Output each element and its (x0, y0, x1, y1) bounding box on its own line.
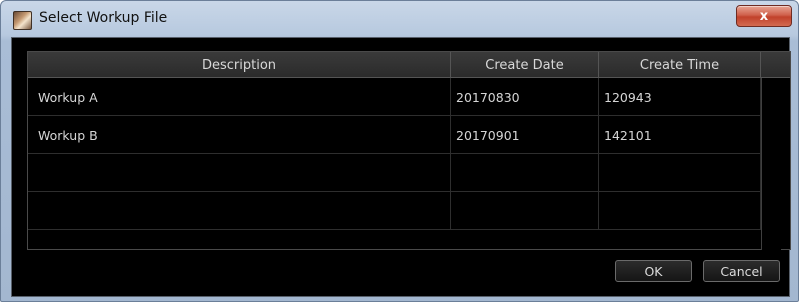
close-button[interactable]: x (736, 5, 792, 27)
close-icon: x (759, 8, 769, 24)
window-title: Select Workup File (39, 10, 168, 26)
app-photo-icon (13, 11, 32, 30)
cell-create-time: 120943 (599, 78, 761, 116)
cell-create-date (451, 154, 599, 192)
cell-create-time (599, 154, 761, 192)
table-header: Description Create Date Create Time (28, 52, 790, 78)
workup-table: Description Create Date Create Time Work… (27, 51, 791, 250)
cell-create-date (451, 192, 599, 230)
cell-description: Workup A (28, 78, 451, 116)
title-bar[interactable]: Select Workup File x (1, 1, 798, 37)
cell-description (28, 154, 451, 192)
column-header-create-time[interactable]: Create Time (599, 52, 761, 78)
table-row[interactable]: Workup B 20170901 142101 (28, 116, 761, 154)
table-row[interactable]: Workup A 20170830 120943 (28, 78, 761, 116)
cell-create-date: 20170901 (451, 116, 599, 154)
ok-button[interactable]: OK (615, 260, 692, 282)
table-row[interactable] (28, 154, 761, 192)
vertical-scrollbar[interactable] (761, 78, 781, 250)
cell-description (28, 192, 451, 230)
cancel-button[interactable]: Cancel (703, 260, 780, 282)
cell-create-time (599, 192, 761, 230)
column-header-description[interactable]: Description (28, 52, 451, 78)
column-header-create-date[interactable]: Create Date (451, 52, 599, 78)
dialog-window: Select Workup File x Description Create … (0, 0, 799, 302)
cell-description: Workup B (28, 116, 451, 154)
cell-create-time: 142101 (599, 116, 761, 154)
dialog-body: Description Create Date Create Time Work… (11, 37, 791, 297)
cell-create-date: 20170830 (451, 78, 599, 116)
table-row[interactable] (28, 192, 761, 230)
